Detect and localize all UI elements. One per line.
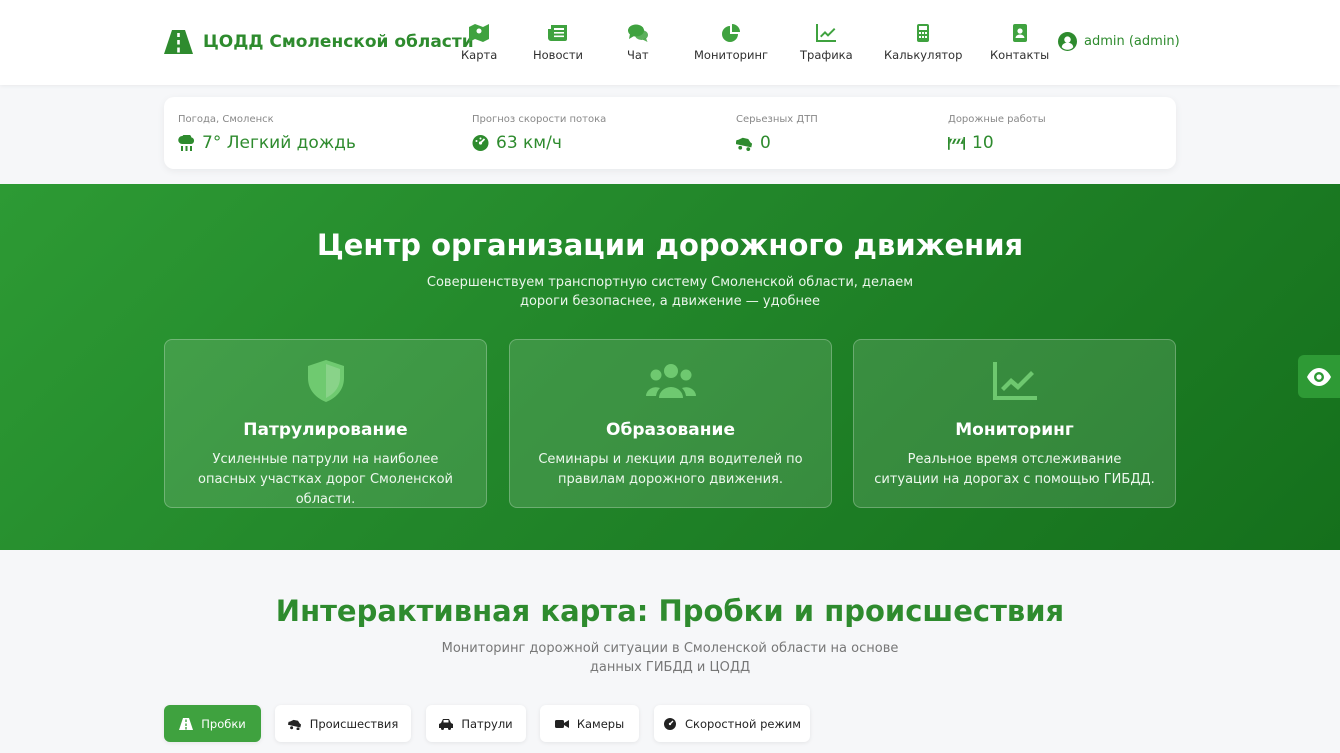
filter-cameras[interactable]: Камеры [540, 705, 639, 742]
map-section-subtitle: Мониторинг дорожной ситуации в Смоленско… [441, 641, 899, 675]
pie-chart-icon [722, 24, 741, 42]
info-caption: Серьезных ДТП [736, 114, 818, 125]
feature-card-patrol: Патрулирование Усиленные патрули на наиб… [164, 339, 487, 508]
feature-card-monitoring: Мониторинг Реальное время отслеживание с… [853, 339, 1176, 508]
users-icon [645, 364, 696, 398]
info-accidents: Серьезных ДТП 0 [736, 114, 818, 153]
map-icon [469, 24, 490, 42]
eye-icon [1307, 367, 1331, 386]
card-title: Мониторинг [955, 420, 1074, 440]
filter-label: Скоростной режим [685, 716, 801, 731]
info-value: 7° Легкий дождь [202, 133, 356, 153]
feature-card-education: Образование Семинары и лекции для водите… [509, 339, 832, 508]
site-header: ЦОДД Смоленской области Карта Новости Ча… [0, 0, 1340, 85]
nav-label: Контакты [990, 48, 1050, 62]
nav-label: Новости [533, 48, 583, 62]
nav-label: Мониторинг [694, 48, 769, 62]
info-caption: Дорожные работы [948, 114, 1046, 125]
hero-title: Центр организации дорожного движения [316, 228, 1024, 262]
filter-incidents[interactable]: Происшествия [275, 705, 411, 742]
video-camera-icon [554, 719, 569, 728]
info-speed: Прогноз скорости потока 63 км/ч [472, 114, 606, 153]
accessibility-toggle[interactable] [1298, 355, 1340, 398]
nav-item-contacts[interactable]: Контакты [990, 24, 1049, 62]
card-desc: Семинары и лекции для водителей по прави… [538, 452, 803, 487]
speedometer-icon [472, 135, 489, 151]
nav-item-monitoring[interactable]: Мониторинг [694, 24, 768, 62]
card-title: Образование [606, 420, 735, 440]
user-label: admin (admin) [1084, 34, 1180, 49]
chat-icon [627, 24, 648, 42]
chart-line-icon [992, 362, 1037, 400]
nav-item-map[interactable]: Карта [461, 24, 497, 62]
car-icon [439, 718, 454, 730]
info-value: 63 км/ч [496, 133, 562, 153]
road-icon [179, 717, 194, 730]
car-crash-icon [736, 137, 753, 151]
speedometer-icon [664, 717, 677, 730]
info-value: 10 [972, 133, 994, 153]
user-circle-icon [1058, 32, 1077, 51]
card-title: Патрулирование [243, 420, 408, 440]
nav-item-traffic[interactable]: Трафика [800, 24, 853, 62]
nav-label: Калькулятор [884, 48, 963, 62]
card-desc: Усиленные патрули на наиболее опасных уч… [197, 452, 454, 507]
car-crash-icon [287, 719, 301, 730]
nav-item-chat[interactable]: Чат [627, 24, 649, 62]
nav-label: Трафика [800, 48, 853, 62]
contact-book-icon [1012, 24, 1027, 42]
filter-traffic-jams[interactable]: Пробки [164, 705, 261, 742]
line-chart-icon [816, 24, 837, 42]
shield-icon [307, 360, 344, 402]
info-caption: Прогноз скорости потока [472, 114, 607, 125]
nav-item-news[interactable]: Новости [533, 24, 583, 62]
nav-item-calculator[interactable]: Калькулятор [884, 24, 962, 62]
road-barrier-icon [948, 137, 965, 150]
card-desc: Реальное время отслеживание ситуации на … [874, 452, 1155, 487]
nav-label: Чат [627, 48, 649, 62]
hero-section: Центр организации дорожного движения Сов… [0, 184, 1340, 550]
calculator-icon [917, 24, 930, 42]
info-value: 0 [760, 133, 771, 153]
logo[interactable]: ЦОДД Смоленской области [164, 30, 474, 54]
map-section-title: Интерактивная карта: Пробки и происшеств… [275, 594, 1065, 628]
filter-label: Пробки [201, 716, 246, 731]
info-caption: Погода, Смоленск [178, 114, 274, 125]
newspaper-icon [548, 25, 567, 41]
filter-label: Происшествия [309, 716, 399, 731]
nav-label: Карта [461, 48, 498, 62]
filter-label: Камеры [576, 716, 625, 731]
info-bar: Погода, Смоленск 7° Легкий дождь Прогноз… [164, 97, 1176, 169]
filter-speed-mode[interactable]: Скоростной режим [654, 705, 810, 742]
user-menu[interactable]: admin (admin) [1058, 32, 1180, 51]
hero-subtitle: Совершенствуем транспортную систему Смол… [426, 275, 914, 309]
info-roadworks: Дорожные работы 10 [948, 114, 1046, 153]
info-weather: Погода, Смоленск 7° Легкий дождь [178, 114, 356, 153]
filter-label: Патрули [461, 716, 513, 731]
filter-patrols[interactable]: Патрули [426, 705, 526, 742]
road-logo-icon [164, 30, 193, 54]
cloud-rain-icon [178, 135, 195, 151]
logo-text: ЦОДД Смоленской области [203, 32, 474, 52]
